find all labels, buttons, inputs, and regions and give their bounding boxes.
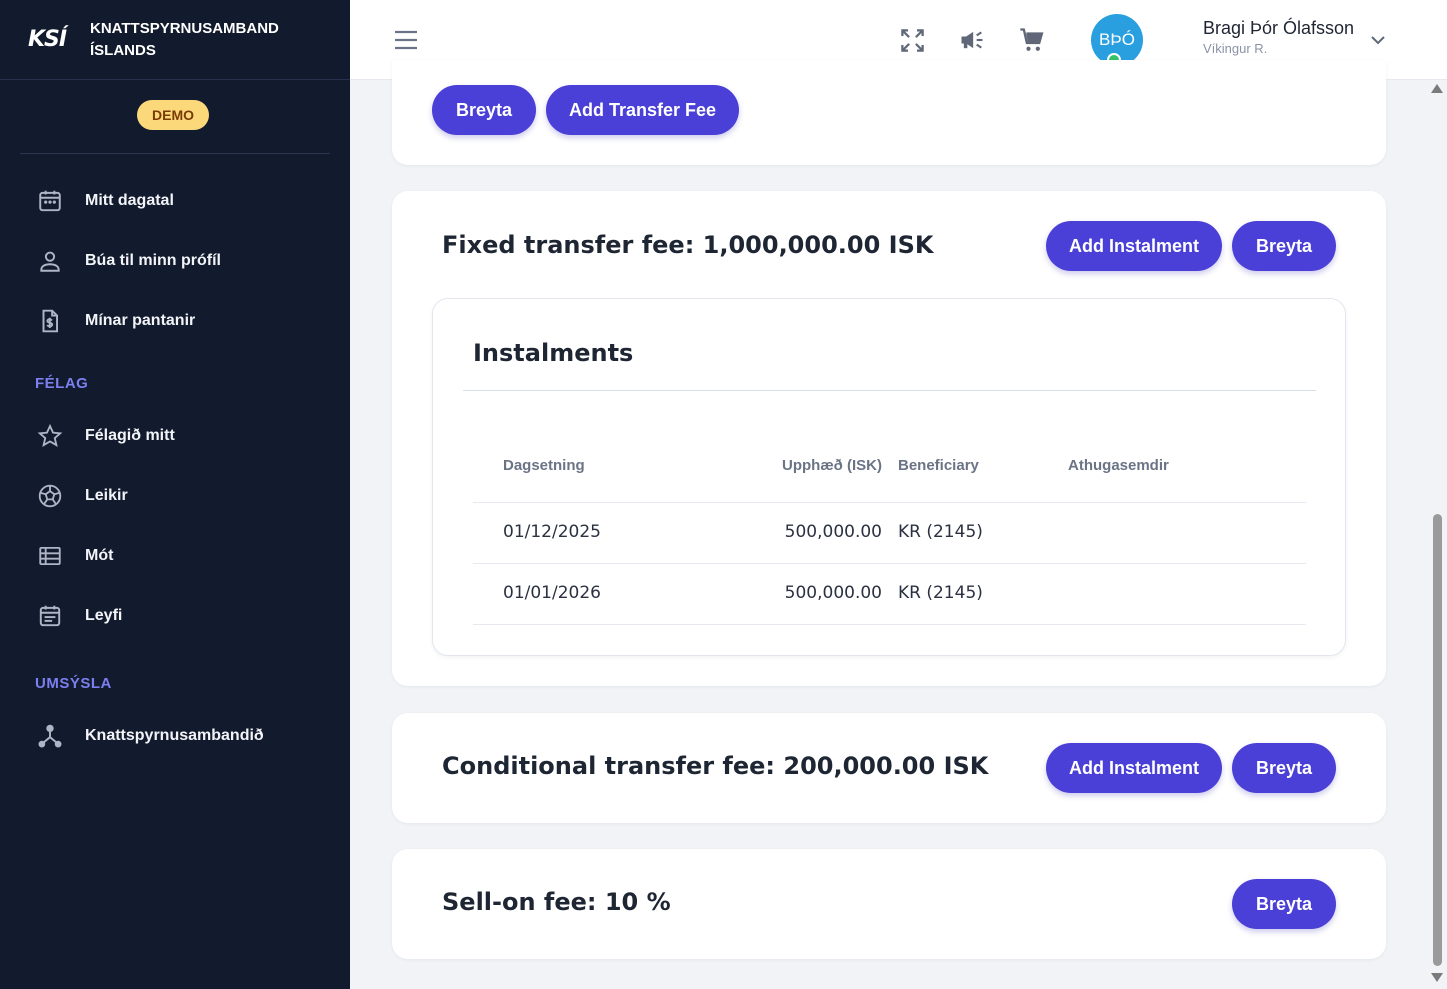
brand-name-line1: KNATTSPYRNUSAMBAND — [90, 19, 279, 37]
sidebar-item-licenses[interactable]: Leyfi — [35, 601, 122, 631]
row-divider — [473, 502, 1306, 503]
person-icon — [35, 246, 65, 276]
sidebar: KSÍ KNATTSPYRNUSAMBAND ÍSLANDS DEMO Mitt… — [0, 0, 350, 989]
conditional-fee-title: Conditional transfer fee: 200,000.00 ISK — [442, 752, 989, 780]
brand-header[interactable]: KSÍ KNATTSPYRNUSAMBAND ÍSLANDS — [0, 0, 350, 80]
cell-date: 01/01/2026 — [503, 583, 601, 603]
sidebar-item-label: Leyfi — [85, 607, 123, 624]
instalments-card: Instalments Dagsetning Upphæð (ISK) Bene… — [432, 298, 1346, 656]
sidebar-item-label: Félagið mitt — [85, 427, 175, 444]
cell-beneficiary: KR (2145) — [898, 583, 983, 603]
section-label-club: FÉLAG — [35, 375, 89, 392]
cell-date: 01/12/2025 — [503, 522, 601, 542]
sidebar-item-tournaments[interactable]: Mót — [35, 541, 113, 571]
ksi-logo: KSÍ — [28, 27, 67, 52]
scrollbar-thumb[interactable] — [1433, 514, 1442, 966]
chevron-down-icon[interactable] — [1368, 30, 1388, 50]
instalments-title: Instalments — [473, 339, 634, 367]
sidebar-item-label: Knattspyrnusambandið — [85, 727, 264, 744]
cart-icon[interactable] — [1017, 25, 1047, 55]
row-divider — [473, 624, 1306, 625]
brand-name: KNATTSPYRNUSAMBAND ÍSLANDS — [90, 18, 279, 62]
hub-icon — [35, 721, 65, 751]
sidebar-item-federation[interactable]: Knattspyrnusambandið — [35, 721, 264, 751]
menu-icon[interactable] — [393, 27, 419, 53]
divider — [463, 390, 1316, 391]
column-header-amount[interactable]: Upphæð (ISK) — [733, 457, 882, 474]
scroll-down-arrow-icon[interactable] — [1431, 973, 1443, 982]
sell-on-fee-title: Sell-on fee: 10 % — [442, 888, 671, 916]
edit-button[interactable]: Breyta — [432, 85, 536, 135]
megaphone-icon[interactable] — [957, 25, 987, 55]
add-instalment-button[interactable]: Add Instalment — [1046, 221, 1222, 271]
invoice-icon — [35, 306, 65, 336]
column-header-date[interactable]: Dagsetning — [503, 457, 585, 474]
soccer-ball-icon — [35, 481, 65, 511]
sidebar-item-label: Mitt dagatal — [85, 192, 174, 209]
sidebar-item-label: Mót — [85, 547, 114, 564]
sidebar-divider — [20, 153, 330, 154]
brand-name-line2: ÍSLANDS — [90, 41, 156, 59]
demo-badge: DEMO — [137, 100, 209, 130]
sidebar-item-my-club[interactable]: Félagið mitt — [35, 421, 175, 451]
event-note-icon — [35, 601, 65, 631]
edit-button[interactable]: Breyta — [1232, 221, 1336, 271]
section-label-admin: UMSÝSLA — [35, 675, 112, 692]
sidebar-item-orders[interactable]: Mínar pantanir — [35, 306, 195, 336]
conditional-transfer-fee-card: Conditional transfer fee: 200,000.00 ISK… — [392, 713, 1386, 823]
fullscreen-icon[interactable] — [897, 25, 927, 55]
cell-beneficiary: KR (2145) — [898, 522, 983, 542]
sidebar-item-label: Búa til minn prófíl — [85, 252, 221, 269]
sidebar-item-calendar[interactable]: Mitt dagatal — [35, 186, 174, 216]
column-header-notes[interactable]: Athugasemdir — [1068, 457, 1169, 474]
column-header-beneficiary[interactable]: Beneficiary — [898, 457, 979, 474]
user-name[interactable]: Bragi Þór Ólafsson — [1203, 18, 1354, 39]
sidebar-item-profile[interactable]: Búa til minn prófíl — [35, 246, 221, 276]
calendar-icon — [35, 186, 65, 216]
cell-amount: 500,000.00 — [784, 583, 882, 603]
sidebar-item-games[interactable]: Leikir — [35, 481, 128, 511]
transfer-summary-card: Breyta Add Transfer Fee — [392, 60, 1386, 165]
cell-amount: 500,000.00 — [784, 522, 882, 542]
fixed-fee-title: Fixed transfer fee: 1,000,000.00 ISK — [442, 231, 934, 259]
row-divider — [473, 563, 1306, 564]
user-club: Víkingur R. — [1203, 41, 1268, 56]
add-instalment-button[interactable]: Add Instalment — [1046, 743, 1222, 793]
scroll-up-arrow-icon[interactable] — [1431, 84, 1443, 93]
sidebar-item-label: Mínar pantanir — [85, 312, 196, 329]
edit-button[interactable]: Breyta — [1232, 743, 1336, 793]
add-transfer-fee-button[interactable]: Add Transfer Fee — [546, 85, 739, 135]
edit-button[interactable]: Breyta — [1232, 879, 1336, 929]
fixed-transfer-fee-card: Fixed transfer fee: 1,000,000.00 ISK Add… — [392, 191, 1386, 686]
sell-on-fee-card: Sell-on fee: 10 % Breyta — [392, 849, 1386, 959]
list-icon — [35, 541, 65, 571]
sidebar-item-label: Leikir — [85, 487, 128, 504]
star-icon — [35, 421, 65, 451]
